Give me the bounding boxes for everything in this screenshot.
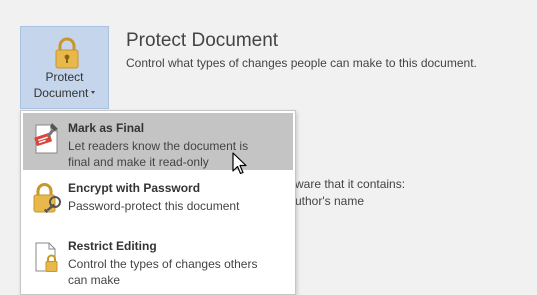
protect-button-label-line1: Protect <box>45 70 84 84</box>
menu-item-encrypt-with-password[interactable]: Encrypt with Password Password-protect t… <box>23 173 293 228</box>
protect-document-button[interactable]: Protect Document <box>20 26 109 109</box>
menu-item-title: Mark as Final <box>68 121 145 135</box>
background-author-text: uthor's name <box>295 194 364 208</box>
chevron-down-icon <box>91 91 96 95</box>
section-title: Protect Document <box>126 30 279 51</box>
mouse-cursor-icon <box>232 152 247 175</box>
background-inspect-text: ware that it contains: <box>295 177 406 191</box>
menu-item-restrict-editing[interactable]: Restrict Editing Control the types of ch… <box>23 231 293 291</box>
menu-item-title: Encrypt with Password <box>68 181 201 195</box>
menu-item-mark-as-final[interactable]: Mark as Final Let readers know the docum… <box>23 113 293 170</box>
lock-key-icon <box>33 183 61 214</box>
menu-item-description: Password-protect this document <box>68 199 240 213</box>
menu-item-description: Control the types of changes others can … <box>68 257 258 287</box>
section-description: Control what types of changes people can… <box>126 56 477 70</box>
mark-final-icon <box>34 123 58 154</box>
protect-button-label-line2: Document <box>21 86 108 101</box>
restrict-document-icon <box>35 242 58 272</box>
menu-item-title: Restrict Editing <box>68 239 157 253</box>
lock-icon <box>55 37 79 69</box>
protect-document-menu: Mark as Final Let readers know the docum… <box>20 110 296 295</box>
